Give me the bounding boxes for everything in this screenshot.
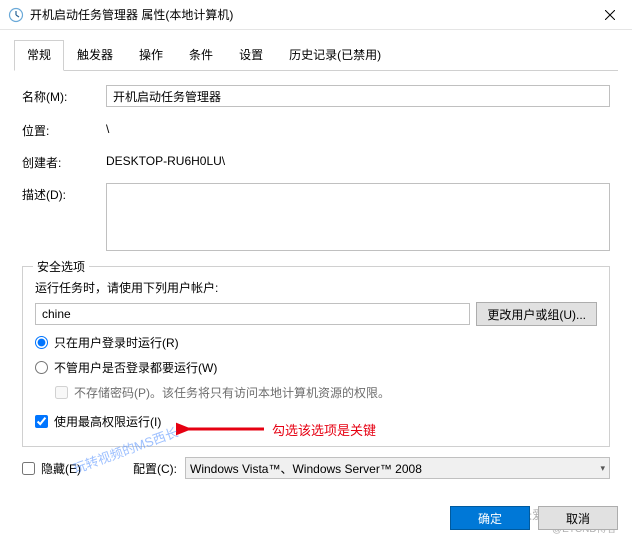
radio-any-label: 不管用户是否登录都要运行(W) [54, 359, 217, 376]
tab-triggers[interactable]: 触发器 [64, 40, 126, 70]
author-value: DESKTOP-RU6H0LU\ [106, 151, 610, 168]
security-legend: 安全选项 [33, 258, 89, 275]
location-label: 位置: [22, 119, 106, 139]
radio-any[interactable]: 不管用户是否登录都要运行(W) [35, 359, 597, 376]
radio-logged-on[interactable]: 只在用户登录时运行(R) [35, 334, 597, 351]
tab-settings[interactable]: 设置 [226, 40, 276, 70]
radio-logged-on-input[interactable] [35, 336, 48, 349]
desc-label: 描述(D): [22, 183, 106, 203]
highest-priv-label: 使用最高权限运行(I) [54, 413, 161, 430]
general-panel: 名称(M): 位置: \ 创建者: DESKTOP-RU6H0LU\ 描述(D)… [14, 71, 618, 479]
tab-actions[interactable]: 操作 [126, 40, 176, 70]
location-value: \ [106, 119, 610, 136]
account-hint: 运行任务时，请使用下列用户帐户: [35, 279, 597, 296]
close-button[interactable] [587, 0, 632, 30]
chevron-down-icon: ▾ [600, 463, 605, 474]
title-bar: 开机启动任务管理器 属性(本地计算机) [0, 0, 632, 30]
no-password-row: 不存储密码(P)。该任务将只有访问本地计算机资源的权限。 [55, 384, 597, 401]
name-label: 名称(M): [22, 85, 106, 105]
footer-buttons: 确定 取消 [450, 506, 618, 530]
radio-any-input[interactable] [35, 361, 48, 374]
close-icon [605, 10, 615, 20]
content-area: 常规 触发器 操作 条件 设置 历史记录(已禁用) 名称(M): 位置: \ 创… [0, 30, 632, 479]
window-title: 开机启动任务管理器 属性(本地计算机) [30, 6, 587, 23]
tab-general[interactable]: 常规 [14, 40, 64, 71]
cancel-button[interactable]: 取消 [538, 506, 618, 530]
hidden-checkbox[interactable] [22, 462, 35, 475]
config-label: 配置(C): [133, 460, 177, 477]
author-label: 创建者: [22, 151, 106, 171]
name-input[interactable] [106, 85, 610, 107]
hidden-label: 隐藏(E) [41, 460, 81, 477]
ok-button[interactable]: 确定 [450, 506, 530, 530]
hidden-row[interactable]: 隐藏(E) [22, 460, 81, 477]
tab-strip: 常规 触发器 操作 条件 设置 历史记录(已禁用) [14, 40, 618, 71]
change-user-button[interactable]: 更改用户或组(U)... [476, 302, 597, 326]
tab-conditions[interactable]: 条件 [176, 40, 226, 70]
no-password-checkbox [55, 386, 68, 399]
highest-priv-row[interactable]: 使用最高权限运行(I) [35, 413, 597, 430]
tab-history[interactable]: 历史记录(已禁用) [276, 40, 394, 70]
security-fieldset: 安全选项 运行任务时，请使用下列用户帐户: 更改用户或组(U)... 只在用户登… [22, 266, 610, 447]
app-icon [8, 7, 24, 23]
highest-priv-checkbox[interactable] [35, 415, 48, 428]
config-select[interactable]: Windows Vista™、Windows Server™ 2008 ▾ [185, 457, 610, 479]
radio-logged-on-label: 只在用户登录时运行(R) [54, 334, 179, 351]
desc-textarea[interactable] [106, 183, 610, 251]
account-input[interactable] [35, 303, 470, 325]
config-value: Windows Vista™、Windows Server™ 2008 [190, 460, 422, 477]
no-password-label: 不存储密码(P)。该任务将只有访问本地计算机资源的权限。 [74, 384, 390, 401]
